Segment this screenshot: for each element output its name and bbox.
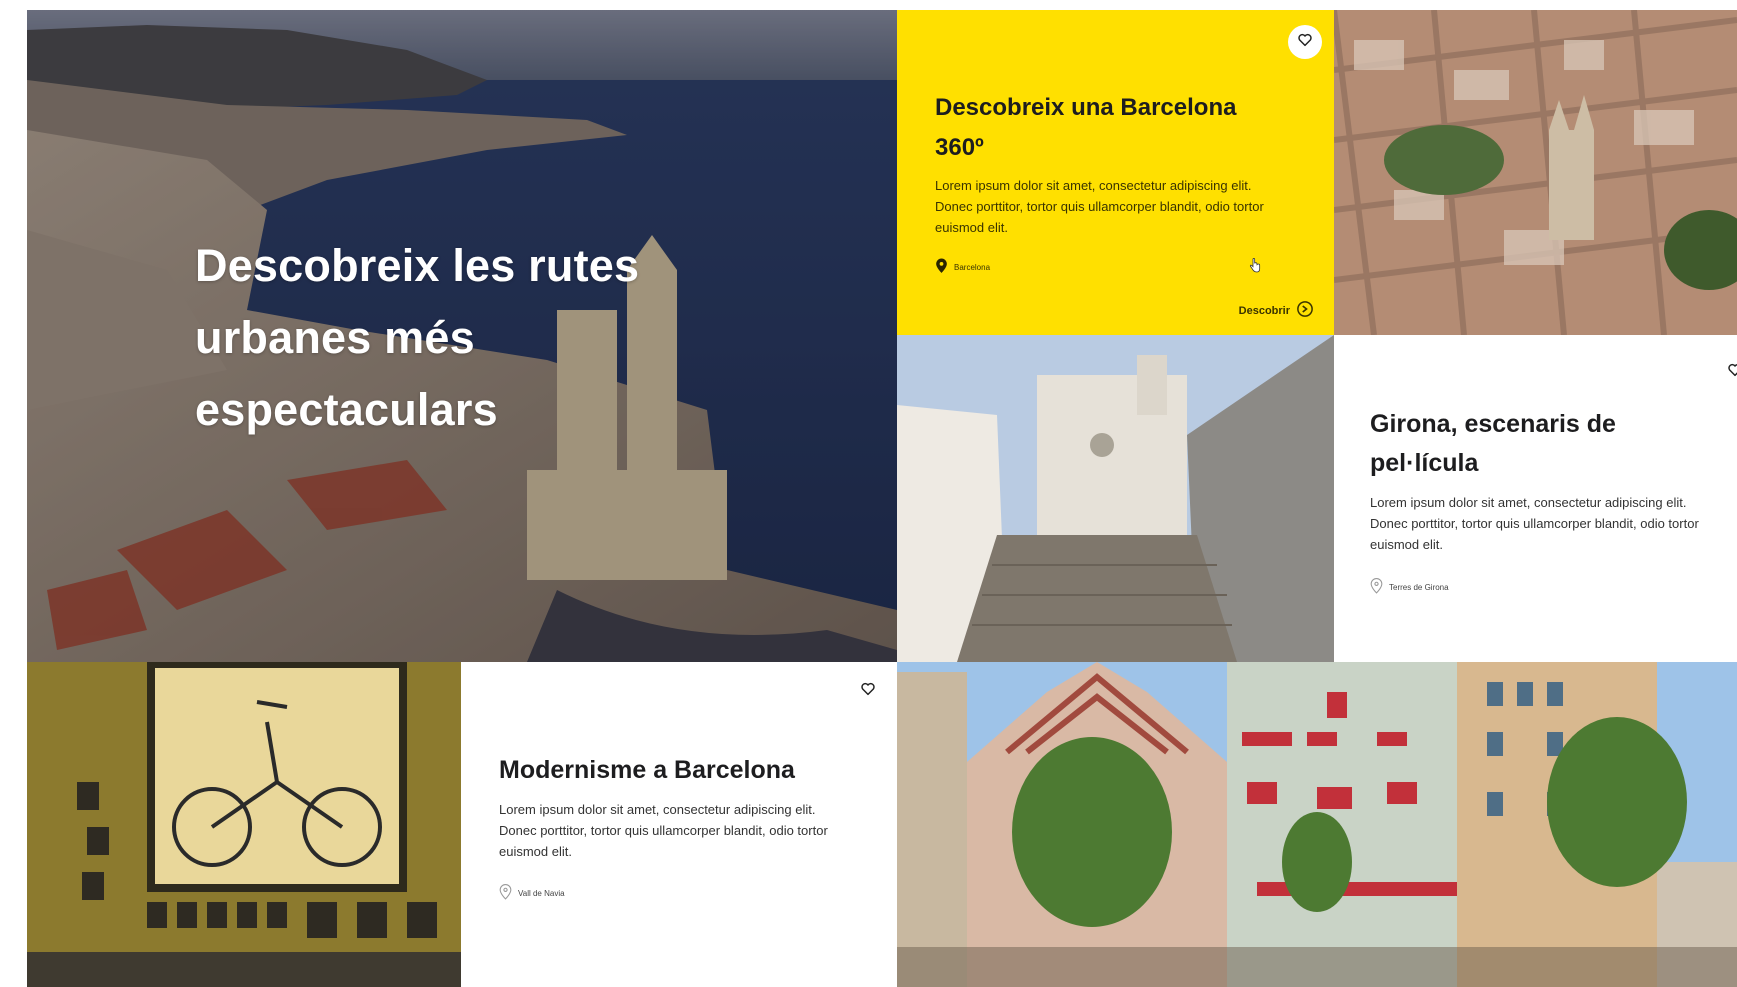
card-description: Lorem ipsum dolor sit amet, consectetur … [935,178,1264,235]
map-pin-icon [1370,577,1383,596]
card-location: Barcelona [935,258,990,276]
cafe-image [27,662,461,987]
card-girona[interactable]: Girona, escenaris de pel·lícula Lorem ip… [1334,335,1737,662]
location-label: Vall de Navia [518,888,565,898]
photo-girona-cathedral[interactable] [897,335,1334,662]
card-barcelona-360[interactable]: Descobreix una Barcelona 360º Lorem ipsu… [897,10,1334,335]
card-description: Lorem ipsum dolor sit amet, consectetur … [499,802,828,859]
hand-pointer-icon [1248,257,1262,279]
heart-icon [1727,362,1737,383]
card-description: Lorem ipsum dolor sit amet, consectetur … [1370,495,1699,552]
photo-passeig-de-gracia[interactable] [897,662,1737,987]
card-location: Terres de Girona [1370,577,1449,596]
map-pin-icon [499,883,512,902]
card-title: Girona, escenaris de pel·lícula [1370,410,1616,477]
discover-link[interactable]: Descobrir [1239,300,1314,321]
card-title: Modernisme a Barcelona [499,756,795,784]
aerial-image [1334,10,1737,335]
location-label: Barcelona [954,262,991,272]
card-title: Descobreix una Barcelona 360º [935,94,1237,161]
arrow-circle-icon [1296,300,1314,321]
favorite-button[interactable] [851,674,885,708]
map-pin-icon [935,258,948,276]
heart-icon [1297,32,1313,53]
favorite-button[interactable] [1718,355,1737,389]
hero-title: Descobreix les rutes urbanes més especta… [195,240,640,435]
hero-banner[interactable]: Descobreix les rutes urbanes més especta… [27,10,897,662]
discover-label: Descobrir [1238,304,1290,317]
card-modernisme[interactable]: Modernisme a Barcelona Lorem ipsum dolor… [461,662,897,987]
favorite-button[interactable] [1288,25,1322,59]
batllo-image [897,662,1737,987]
photo-cafe-mural[interactable] [27,662,461,987]
location-label: Terres de Girona [1389,582,1449,592]
photo-barcelona-aerial[interactable] [1334,10,1737,335]
girona-image [897,335,1334,662]
card-location: Vall de Navia [499,883,565,902]
heart-icon [860,681,876,702]
